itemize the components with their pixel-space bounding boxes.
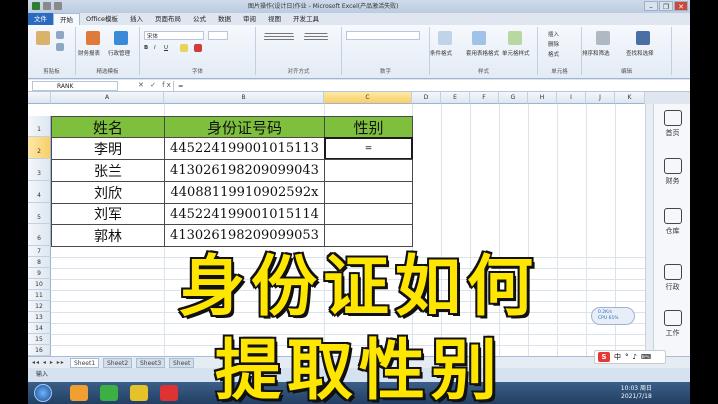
editing-group: 排序和筛选 查找和选择 编辑 (582, 27, 672, 75)
row-header[interactable]: 4 (28, 181, 51, 203)
column-header-f[interactable]: F (470, 92, 499, 104)
paste-icon[interactable] (36, 31, 50, 45)
table-cell-id[interactable]: 413026198209099053 (164, 224, 325, 247)
window-title: 图片操作(设计日)作业 - Microsoft Excel(产品激活失败) (248, 3, 399, 10)
admin-icon[interactable] (114, 31, 128, 45)
ribbon: 剪贴板 财务报表 行政管理 精选模板 宋体 B I U 字体 对齐方式 数字 条… (28, 25, 690, 79)
column-header-i[interactable]: I (557, 92, 586, 104)
active-cell-gender[interactable]: = (324, 137, 413, 160)
video-caption-line2: 提取性别 (214, 332, 503, 404)
tab-office-templates[interactable]: Office模板 (80, 13, 124, 25)
table-cell-name[interactable]: 刘欣 (51, 181, 165, 204)
tab-file[interactable]: 文件 (28, 13, 53, 25)
column-header-g[interactable]: G (499, 92, 528, 104)
video-caption-line1: 身份证如何 (178, 248, 539, 325)
row-header[interactable]: 1 (28, 116, 51, 137)
table-cell-name[interactable]: 张兰 (51, 159, 165, 182)
tab-insert[interactable]: 插入 (124, 13, 149, 25)
minimize-button[interactable]: – (644, 1, 658, 11)
column-header-j[interactable]: J (586, 92, 615, 104)
clipboard-group: 剪贴板 (28, 27, 76, 75)
table-cell-name[interactable]: 郭林 (51, 224, 165, 247)
close-button[interactable]: ✕ (674, 1, 688, 11)
font-size-select[interactable] (208, 31, 228, 40)
table-cell-id[interactable]: 445224199001015114 (164, 203, 325, 225)
formula-icons[interactable]: ✕ ✓ fx (138, 81, 173, 89)
copy-icon[interactable] (56, 43, 64, 51)
templates-group: 财务报表 行政管理 精选模板 (76, 27, 140, 75)
number-group: 数字 (342, 27, 430, 75)
formula-bar: RANK ✕ ✓ fx = (28, 80, 690, 92)
table-cell-id[interactable]: 445224199001015113 (164, 137, 325, 160)
undo-icon[interactable] (54, 2, 62, 10)
maximize-button[interactable]: ❐ (659, 1, 673, 11)
table-cell-name[interactable]: 李明 (51, 137, 165, 160)
select-all-corner[interactable] (28, 92, 51, 104)
home-icon (663, 110, 682, 126)
table-cell-gender[interactable] (324, 224, 413, 247)
warehouse-icon (663, 208, 682, 224)
table-cell-id[interactable]: 413026198209099043 (164, 159, 325, 182)
window-controls: – ❐ ✕ (644, 1, 688, 11)
conditional-format-icon[interactable] (438, 31, 452, 45)
table-cell-name[interactable]: 刘军 (51, 203, 165, 225)
wrap-text-icon[interactable] (304, 33, 328, 41)
italic-button[interactable]: I (154, 45, 156, 51)
table-cell-gender[interactable] (324, 181, 413, 204)
formula-input[interactable]: = (173, 81, 673, 91)
column-header-d[interactable]: D (412, 92, 441, 104)
column-header-a[interactable]: A (51, 92, 164, 104)
table-cell-gender[interactable] (324, 203, 413, 225)
sidebar-item-warehouse[interactable]: 仓库 (654, 208, 690, 236)
column-header-h[interactable]: H (528, 92, 557, 104)
styles-group: 条件格式 套用表格格式 单元格样式 样式 (430, 27, 538, 75)
header-cell-name[interactable]: 姓名 (51, 116, 165, 138)
column-header-b[interactable]: B (164, 92, 324, 104)
header-cell-id[interactable]: 身份证号码 (164, 116, 325, 138)
column-header-c[interactable]: C (324, 92, 412, 104)
financial-report-icon[interactable] (86, 31, 100, 45)
alignment-group: 对齐方式 (256, 27, 342, 75)
table-format-icon[interactable] (472, 31, 486, 45)
font-color-icon[interactable] (194, 44, 202, 52)
ribbon-tabs: 文件 开始 Office模板 插入 页面布局 公式 数据 审阅 视图 开发工具 (28, 13, 690, 25)
cut-icon[interactable] (56, 31, 64, 39)
font-name-select[interactable]: 宋体 (144, 31, 204, 40)
table-cell-id[interactable]: 44088119910902592x (164, 181, 325, 204)
number-format-select[interactable] (346, 31, 420, 40)
excel-logo-icon (32, 2, 40, 10)
tab-data[interactable]: 数据 (212, 13, 237, 25)
row-header[interactable]: 6 (28, 224, 51, 246)
tab-review[interactable]: 审阅 (237, 13, 262, 25)
tab-developer[interactable]: 开发工具 (287, 13, 325, 25)
save-icon[interactable] (43, 2, 51, 10)
name-box[interactable]: RANK (32, 81, 118, 91)
fill-color-icon[interactable] (180, 44, 188, 52)
underline-button[interactable]: U (164, 45, 168, 51)
sidebar-item-finance[interactable]: 财务 (654, 158, 690, 186)
align-icon[interactable] (264, 33, 294, 41)
font-group: 宋体 B I U 字体 (140, 27, 256, 75)
bold-button[interactable]: B (144, 45, 148, 51)
sort-filter-icon[interactable] (596, 31, 610, 45)
row-header[interactable]: 5 (28, 203, 51, 224)
header-cell-gender[interactable]: 性别 (324, 116, 413, 138)
row-header[interactable]: 14 (28, 323, 51, 334)
tab-formulas[interactable]: 公式 (187, 13, 212, 25)
cell-style-icon[interactable] (508, 31, 522, 45)
column-header-e[interactable]: E (441, 92, 470, 104)
find-select-icon[interactable] (636, 31, 650, 45)
sidebar-item-home[interactable]: 首页 (654, 110, 690, 138)
table-cell-gender[interactable] (324, 159, 413, 182)
cells-group: 插入 删除 格式 单元格 (538, 27, 582, 75)
column-header-k[interactable]: K (615, 92, 645, 104)
row-header[interactable]: 3 (28, 159, 51, 181)
quick-access-toolbar (32, 2, 62, 10)
row-header[interactable]: 2 (28, 137, 51, 159)
finance-icon (663, 158, 682, 174)
title-bar: 图片操作(设计日)作业 - Microsoft Excel(产品激活失败) – … (28, 0, 690, 13)
tab-view[interactable]: 视图 (262, 13, 287, 25)
tab-home[interactable]: 开始 (53, 13, 80, 25)
tab-page-layout[interactable]: 页面布局 (149, 13, 187, 25)
